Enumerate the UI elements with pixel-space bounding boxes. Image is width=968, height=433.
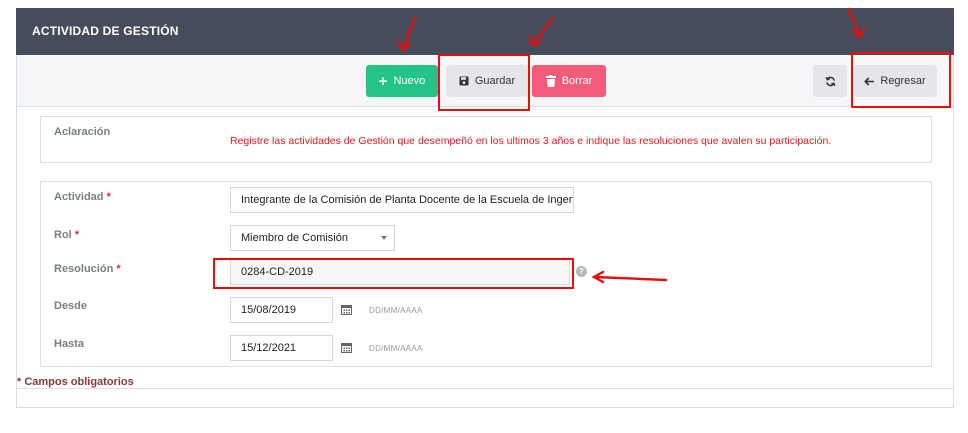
- arrow-to-guardar: [531, 16, 555, 46]
- annotation-arrows: [396, 7, 866, 284]
- arrow-to-resolucion: [593, 275, 668, 282]
